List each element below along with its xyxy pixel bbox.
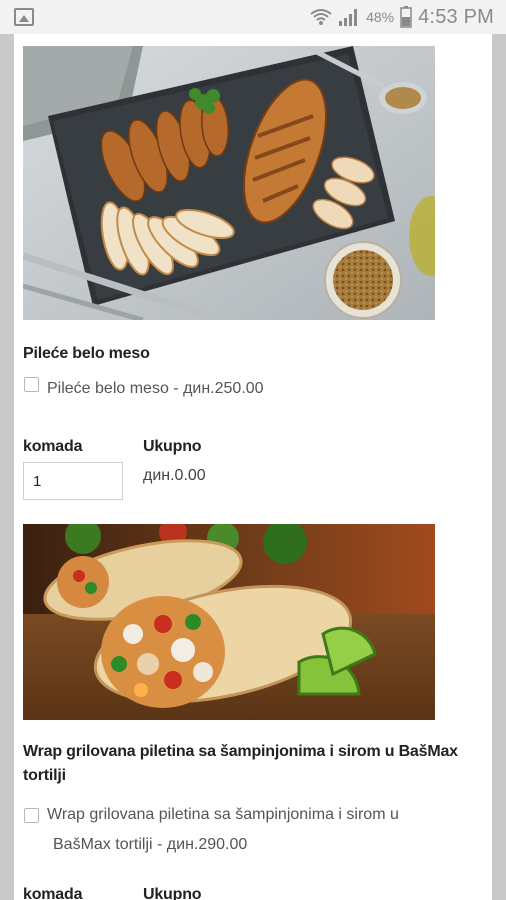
total-label: Ukupno: [143, 886, 202, 900]
option-label-line1: Wrap grilovana piletina sa šampinjonima …: [47, 806, 399, 823]
product-card: Wrap grilovana piletina sa šampinjonima …: [23, 524, 483, 900]
product-option[interactable]: Pileće belo meso - дин.250.00: [23, 374, 473, 404]
total-value: дин.0.00: [143, 467, 206, 484]
product-option[interactable]: Wrap grilovana piletina sa šampinjonima …: [23, 800, 473, 860]
option-checkbox[interactable]: [24, 808, 39, 823]
product-title: Pileće belo meso: [23, 345, 150, 362]
clock: 4:53 PM: [418, 5, 494, 28]
product-list-page: Pileće belo meso Pileće belo meso - дин.…: [14, 34, 492, 900]
battery-percent: 48%: [366, 9, 395, 25]
quantity-label: komada: [23, 438, 83, 455]
wifi-icon: [310, 7, 332, 27]
chicken-wrap-photo: [23, 524, 435, 720]
product-title: Wrap grilovana piletina sa šampinjonima …: [23, 743, 458, 784]
product-card: Pileće belo meso Pileće belo meso - дин.…: [23, 34, 483, 514]
total-label: Ukupno: [143, 438, 202, 455]
grilled-chicken-breast-photo: [23, 46, 435, 320]
signal-icon: [338, 7, 360, 27]
option-label: Pileće belo meso - дин.250.00: [47, 380, 264, 397]
option-label-line2: BašMax tortilji - дин.290.00: [53, 836, 248, 853]
option-checkbox[interactable]: [24, 377, 39, 392]
status-bar: 48% 4:53 PM: [0, 0, 506, 34]
image-icon: [14, 8, 34, 26]
battery-icon: [400, 6, 412, 28]
quantity-label: komada: [23, 886, 83, 900]
quantity-input[interactable]: [23, 462, 123, 500]
